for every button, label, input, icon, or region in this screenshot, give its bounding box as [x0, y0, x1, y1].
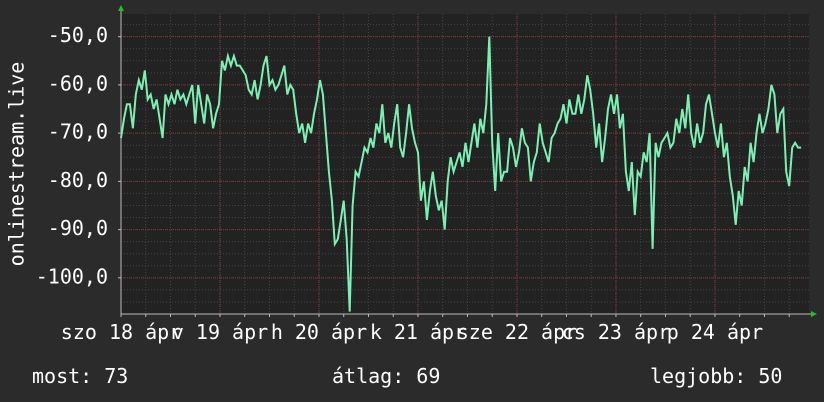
y-tick-labels: -50,0 -60,0 -70,0 -80,0 -90,0 -100,0: [36, 23, 108, 288]
stats-bar: most: 73 átlag: 69 legjobb: 50: [0, 362, 824, 390]
plot-area: [121, 14, 809, 314]
x-tick-labels: szo 18 áprv 19 ápr h 20 ápr k 21 áprsze 22…: [61, 320, 763, 344]
y-axis-arrow: [118, 5, 124, 11]
x-tick-label: cs 23 ápr: [562, 320, 670, 344]
y-tick-label: -60,0: [48, 71, 108, 95]
x-tick-label: k 21 ápr: [370, 320, 466, 344]
y-tick-label: -100,0: [36, 264, 108, 288]
x-tick-label: p 24 ápr: [667, 320, 763, 344]
x-tick-label: h 20 ápr: [271, 320, 367, 344]
line-chart: -50,0 -60,0 -70,0 -80,0 -90,0 -100,0 szo 18 á…: [5, 5, 817, 344]
y-tick-label: -80,0: [48, 168, 108, 192]
y-tick-label: -90,0: [48, 216, 108, 240]
x-tick-label: sze 22 ápr: [457, 320, 577, 344]
y-tick-label: -50,0: [48, 23, 108, 47]
stat-now: most: 73: [32, 364, 129, 388]
x-tick-label: v 19 ápr: [172, 320, 268, 344]
stat-best: legjobb: 50: [650, 364, 783, 388]
y-tick-label: -70,0: [48, 120, 108, 144]
x-axis-arrow: [811, 311, 817, 317]
y-axis-label: onlinestream.live: [5, 62, 29, 267]
x-tick-label: szo 18 ápr: [61, 320, 181, 344]
stat-average: átlag: 69: [332, 364, 441, 388]
